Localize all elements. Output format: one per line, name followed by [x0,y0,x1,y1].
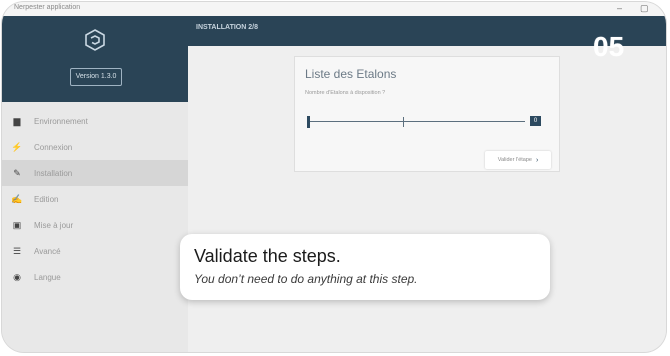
sidebar-item-label: Edition [34,194,59,204]
title-bar: Nerpester application ‒ ▢ [2,2,666,17]
minimize-button[interactable]: ‒ [617,3,622,13]
validate-step-button[interactable]: Valider l'étape › [485,151,551,169]
sliders-icon: ☰ [12,245,22,256]
lightning-icon: ⚡ [11,141,23,152]
callout-description: You don’t need to do anything at this st… [194,272,418,286]
edit-icon: ✍ [11,193,23,204]
update-icon: ▣ [12,219,22,230]
sidebar-item-connexion[interactable]: ⚡ Connexion [2,134,188,160]
wrench-icon: ✎ [13,167,21,178]
sidebar-item-label: Langue [34,272,61,282]
callout-heading: Validate the steps. [194,246,341,266]
sidebar-item-label: Environnement [34,116,88,126]
sidebar-item-label: Mise à jour [34,220,74,230]
sidebar-item-label: Installation [34,168,73,178]
step-number-badge: 05 [593,31,625,62]
sidebar-item-langue[interactable]: ◉ Langue [2,264,188,290]
sidebar-item-label: Connexion [34,142,73,152]
sidebar-item-edition[interactable]: ✍ Edition [2,186,188,212]
sidebar-nav: ▆ Environnement ⚡ Connexion ✎ Installati… [2,108,188,290]
brand-header: Version 1.3.0 [2,16,188,102]
sidebar-item-installation[interactable]: ✎ Installation [2,160,188,186]
window-title: Nerpester application [14,4,81,11]
sidebar-item-environnement[interactable]: ▆ Environnement [2,108,188,134]
slider-handle[interactable] [307,116,310,128]
globe-icon: ◉ [13,271,21,282]
step-indicator: INSTALLATION 2/8 [196,24,258,31]
tutorial-callout: Validate the steps. You don’t need to do… [180,234,550,300]
sidebar: Version 1.3.0 ▆ Environnement ⚡ Connexio… [2,16,188,352]
main-content: Liste des Etalons Nombre d'Etalons à dis… [188,46,666,352]
card-title: Liste des Etalons [305,67,397,81]
slider-value: 0 [530,116,541,126]
maximize-button[interactable]: ▢ [640,3,649,14]
slider-tick [403,117,404,127]
slider-track [307,121,525,122]
etalons-card: Liste des Etalons Nombre d'Etalons à dis… [294,56,560,172]
card-subtitle: Nombre d'Etalons à disposition ? [305,90,386,96]
sidebar-item-avance[interactable]: ☰ Avancé [2,238,188,264]
sidebar-item-mise-a-jour[interactable]: ▣ Mise à jour [2,212,188,238]
version-badge: Version 1.3.0 [70,68,122,86]
folder-icon: ▆ [13,115,21,126]
validate-step-label: Valider l'étape [497,157,532,163]
chevron-right-icon: › [535,156,539,164]
etalons-slider[interactable] [307,116,525,128]
app-logo-icon [85,29,105,51]
sidebar-item-label: Avancé [34,246,61,256]
